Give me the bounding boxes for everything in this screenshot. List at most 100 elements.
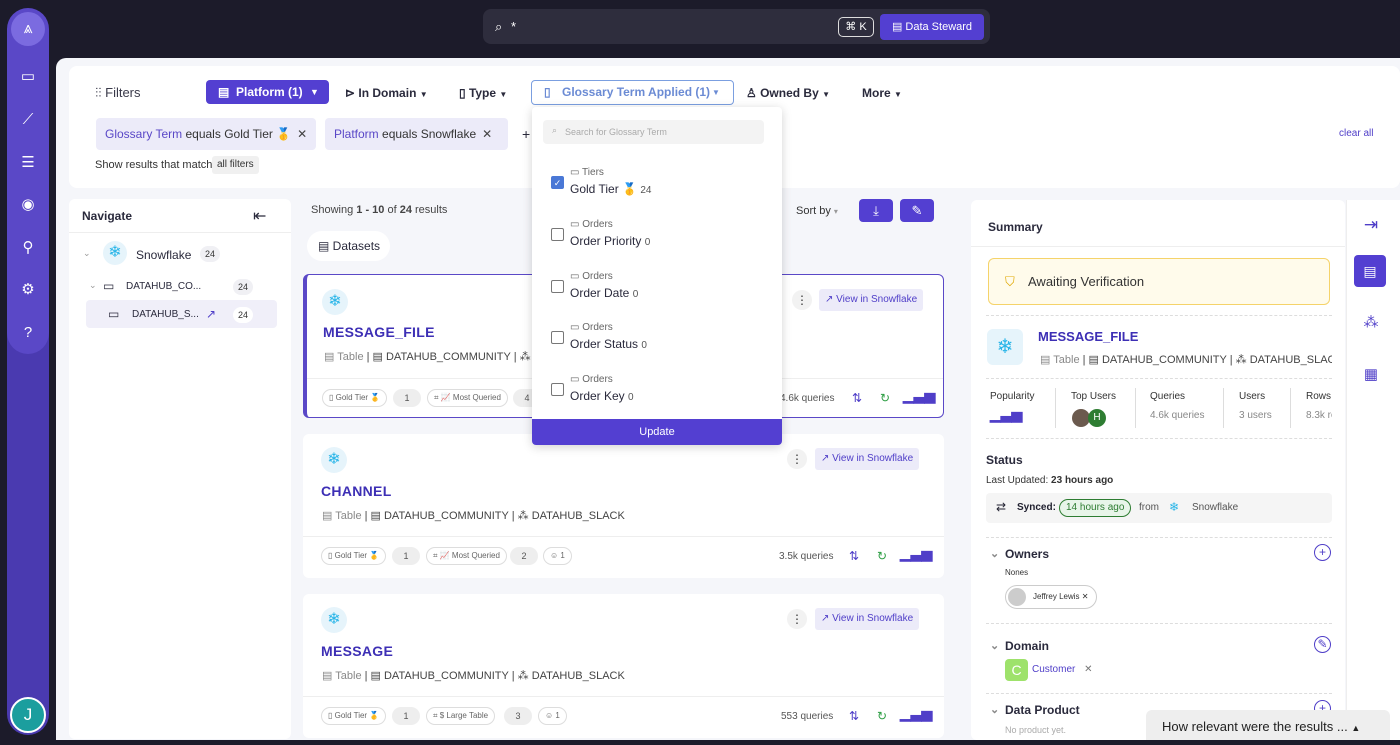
more-filter[interactable]: More ▼ [862, 86, 902, 100]
chevron-down-icon[interactable]: ⌄ [83, 248, 91, 259]
data-steward-button[interactable]: ▤ Data Steward [880, 14, 984, 40]
term-chip[interactable]: ▯ Gold Tier 🥇 [322, 389, 388, 407]
edit-domain-icon[interactable]: ✎ [1314, 636, 1331, 653]
checkbox[interactable] [551, 383, 564, 396]
chevron-down-icon[interactable]: ⌄ [990, 639, 999, 652]
in-domain-filter[interactable]: ⊳ In Domain ▼ [345, 86, 428, 100]
popularity-bars-icon: ▁▃▅ [903, 387, 936, 403]
user-avatar[interactable]: H [1088, 409, 1106, 427]
view-in-snowflake-button[interactable]: ↗ View in Snowflake [819, 289, 924, 311]
govern-icon[interactable]: ☰ [17, 152, 39, 174]
owned-by-filter[interactable]: ♙ Owned By ▼ [746, 86, 830, 100]
schema-tab-icon[interactable]: ▦ [1360, 364, 1382, 386]
dataset-name[interactable]: MESSAGE [321, 643, 393, 659]
type-filter[interactable]: ▯ Type ▼ [459, 86, 507, 100]
help-icon[interactable]: ? [17, 322, 39, 344]
search-bar[interactable]: ⌕ * ⌘ K ▤ Data Steward [483, 9, 990, 44]
nav-item-database[interactable]: DATAHUB_CO... [126, 281, 201, 292]
lineage-icon[interactable]: ⇅ [852, 391, 862, 405]
match-mode-select[interactable]: all filters [212, 156, 259, 174]
query-count: 553 queries [781, 711, 834, 722]
glossary-option[interactable]: ▭ Orders Order Date 0 [532, 263, 782, 309]
close-panel-icon[interactable]: ⇥ [1360, 214, 1382, 236]
close-icon[interactable]: ✕ [1082, 592, 1089, 601]
view-in-snowflake-button[interactable]: ↗ View in Snowflake [815, 448, 920, 470]
ingestion-plug-icon[interactable]: ⚲ [17, 237, 39, 259]
chevron-down-icon[interactable]: ⌄ [89, 280, 97, 291]
view-in-snowflake-button[interactable]: ↗ View in Snowflake [815, 608, 920, 630]
queries-value: 4.6k queries [1150, 410, 1205, 421]
lineage-tab-icon[interactable]: ⁂ [1360, 312, 1382, 334]
user-avatar[interactable]: J [10, 697, 46, 733]
checkbox[interactable] [551, 228, 564, 241]
platform-filter-button[interactable]: ▤ Platform (1) ▼ [206, 80, 329, 104]
search-input[interactable]: * [511, 19, 516, 34]
term-chip[interactable]: ▯ Gold Tier 🥇 [321, 547, 387, 565]
popularity-bars-icon: ▁▃▅ [900, 705, 933, 721]
result-card[interactable]: ❄ CHANNEL ▤ Table | ▤ DATAHUB_COMMUNITY … [303, 434, 944, 578]
close-icon[interactable]: ✕ [297, 127, 307, 141]
checkbox-checked[interactable]: ✓ [551, 176, 564, 189]
tag-chip[interactable]: ⌗ 📈 Most Queried [426, 547, 507, 565]
edit-button[interactable]: ✎ [900, 199, 934, 222]
dataset-name[interactable]: MESSAGE_FILE [323, 324, 435, 340]
owners-title[interactable]: Owners [1005, 547, 1049, 561]
owner-type: Nones [1005, 568, 1029, 577]
dataset-name[interactable]: CHANNEL [321, 483, 392, 499]
tag-chip[interactable]: ⌗ 📈 Most Queried [427, 389, 508, 407]
summary-tab-book-icon[interactable]: ▤ [1354, 255, 1386, 287]
more-options-icon[interactable]: ⋮ [792, 290, 812, 310]
term-chip[interactable]: ▯ Gold Tier 🥇 [321, 707, 387, 725]
chevron-down-icon[interactable]: ⌄ [990, 703, 999, 716]
users-value: 3 users [1239, 410, 1272, 421]
glossary-option[interactable]: ▭ Orders Order Status 0 [532, 314, 782, 360]
glossary-option[interactable]: ▭ Orders Order Priority 0 [532, 211, 782, 257]
checkbox[interactable] [551, 280, 564, 293]
users-chip[interactable]: ☺ 1 [538, 707, 567, 725]
domain-icon: C [1005, 659, 1028, 681]
inbox-icon[interactable]: ▭ [17, 66, 39, 88]
lineage-icon[interactable]: ⇅ [849, 709, 859, 723]
domain-title[interactable]: Domain [1005, 639, 1049, 653]
popularity-bars-icon: ▁▃▅ [900, 545, 933, 561]
more-options-icon[interactable]: ⋮ [787, 609, 807, 629]
tag-chip[interactable]: ⌗ $ Large Table [426, 707, 496, 725]
data-product-title[interactable]: Data Product [1005, 703, 1080, 717]
users-chip[interactable]: ☺ 1 [543, 547, 572, 565]
owner-chip[interactable]: Jeffrey Lewis ✕ [1005, 585, 1097, 609]
external-link-icon[interactable]: ↗ [206, 307, 216, 321]
result-card[interactable]: ❄ MESSAGE ▤ Table | ▤ DATAHUB_COMMUNITY … [303, 594, 944, 738]
filters-label: ⫶⫶ Filters [95, 85, 141, 100]
domain-link[interactable]: Customer ✕ [1032, 664, 1093, 675]
settings-gear-icon[interactable]: ⚙ [17, 279, 39, 301]
snowflake-icon: ❄ [321, 607, 347, 633]
update-button[interactable]: Update [532, 419, 782, 445]
add-owner-icon[interactable]: + [1314, 544, 1331, 561]
close-icon[interactable]: ✕ [1084, 664, 1092, 675]
nav-item-snowflake[interactable]: Snowflake [136, 248, 191, 262]
nav-item-schema[interactable]: DATAHUB_S... [132, 309, 199, 320]
lineage-icon[interactable]: ⇅ [849, 549, 859, 563]
results-count: Showing 1 - 10 of 24 results [311, 204, 448, 216]
feedback-prompt[interactable]: How relevant were the results ... ▲ [1146, 710, 1390, 740]
analytics-icon[interactable]: ⟋ [17, 109, 39, 131]
tab-datasets[interactable]: ▤ Datasets [307, 231, 390, 261]
nav-count: 24 [233, 279, 253, 295]
glossary-option[interactable]: ▭ Orders Order Key 0 [532, 366, 782, 412]
glossary-option[interactable]: ✓ ▭ Tiers Gold Tier 🥇 24 [532, 159, 782, 205]
add-filter-button[interactable]: + [522, 126, 530, 142]
show-match-label: Show results that match [95, 159, 213, 171]
sort-by-select[interactable]: Sort by ▾ [796, 205, 838, 217]
more-options-icon[interactable]: ⋮ [787, 449, 807, 469]
observe-eye-icon[interactable]: ◉ [17, 194, 39, 216]
close-icon[interactable]: ✕ [482, 127, 492, 141]
summary-dataset-name[interactable]: MESSAGE_FILE [1038, 329, 1138, 344]
checkbox[interactable] [551, 331, 564, 344]
chevron-down-icon[interactable]: ⌄ [990, 547, 999, 560]
download-button[interactable]: ⤓ [859, 199, 893, 222]
clear-all-link[interactable]: clear all [1339, 128, 1373, 139]
app-logo[interactable]: ⩓ [11, 12, 45, 46]
glossary-term-filter-button[interactable]: ▯ Glossary Term Applied (1) ▼ [531, 80, 734, 105]
collapse-icon[interactable]: ⇤ [253, 206, 266, 226]
glossary-search-input[interactable]: Search for Glossary Term [543, 120, 764, 144]
